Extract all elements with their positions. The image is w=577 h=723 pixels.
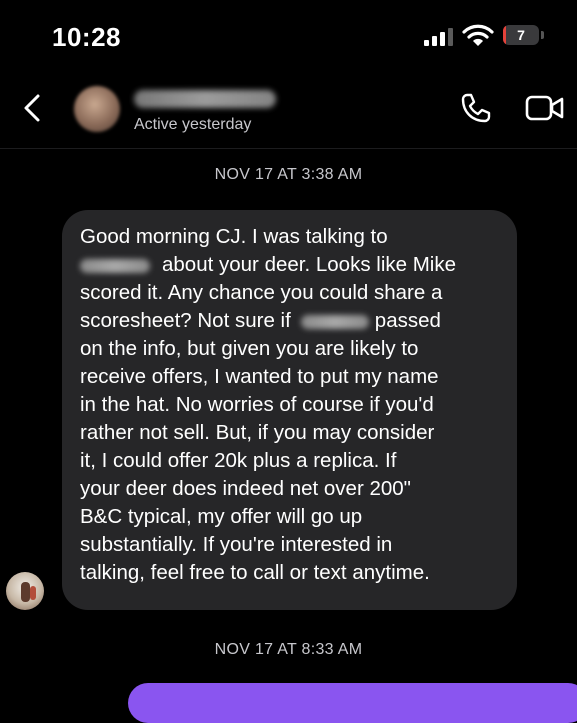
message-line: substantially. If you're interested in <box>80 533 393 556</box>
message-line: rather not sell. But, if you may conside… <box>80 421 435 444</box>
cellular-signal-icon <box>424 28 454 46</box>
status-bar: 10:28 7 <box>0 0 577 70</box>
message-line: receive offers, I wanted to put my name <box>80 365 439 388</box>
battery-level: 7 <box>517 27 525 43</box>
incoming-message-bubble[interactable]: Good morning CJ. I was talking to about … <box>62 210 517 610</box>
status-time: 10:28 <box>52 22 121 52</box>
message-line: in the hat. No worries of course if you'… <box>80 393 434 416</box>
outgoing-message-bubble[interactable] <box>128 683 577 723</box>
contact-avatar[interactable] <box>74 86 120 132</box>
message-line: it, I could offer 20k plus a replica. If <box>80 449 397 472</box>
message-timestamp: NOV 17 AT 8:33 AM <box>214 641 363 658</box>
message-line: B&C typical, my offer will go up <box>80 505 363 528</box>
battery-icon: 7 <box>503 25 544 45</box>
wifi-icon <box>462 24 494 46</box>
contact-status: Active yesterday <box>134 116 252 133</box>
message-line: Good morning CJ. I was talking to <box>80 225 388 248</box>
contact-name-redacted[interactable] <box>134 90 276 108</box>
message-timestamp: NOV 17 AT 3:38 AM <box>214 166 363 183</box>
chevron-left-icon[interactable] <box>18 88 46 128</box>
message-line: on the info, but given you are likely to <box>80 337 419 360</box>
message-line: scoresheet? Not sure if passed <box>80 309 441 332</box>
message-line: scored it. Any chance you could share a <box>80 281 443 304</box>
message-line: about your deer. Looks like Mike <box>80 251 456 279</box>
redacted-name <box>80 258 150 273</box>
phone-icon[interactable] <box>458 90 494 126</box>
conversation-header: Active yesterday <box>0 70 577 149</box>
redacted-name <box>300 314 369 329</box>
message-line: talking, feel free to call or text anyti… <box>80 561 430 584</box>
message-line: your deer does indeed net over 200" <box>80 477 411 500</box>
sender-avatar[interactable] <box>6 572 44 610</box>
video-camera-icon[interactable] <box>524 94 566 122</box>
